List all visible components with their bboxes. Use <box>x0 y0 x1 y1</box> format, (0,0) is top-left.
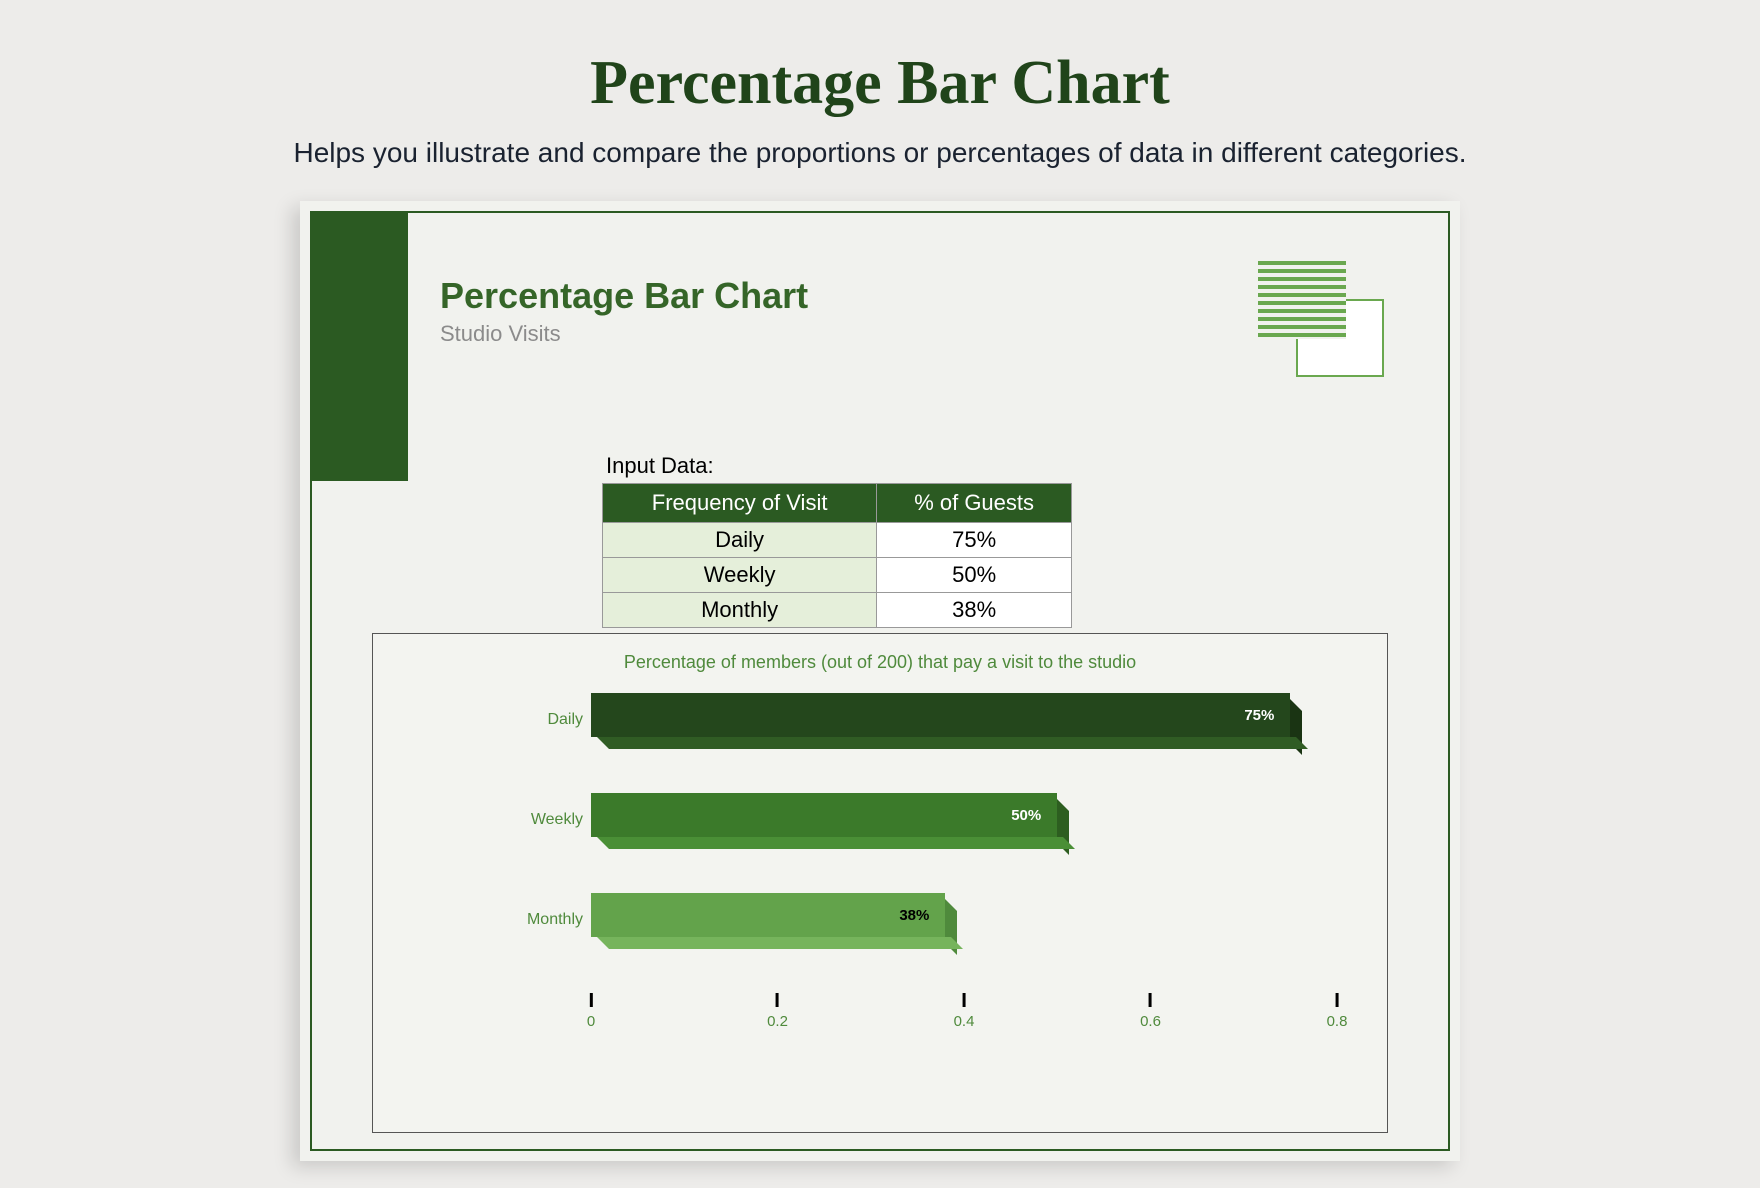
table-row: Daily 75% <box>603 523 1072 558</box>
document-header: Percentage Bar Chart Studio Visits <box>440 275 808 347</box>
chart-axis-tick: 0.6 <box>1140 993 1161 1030</box>
tick-mark-icon <box>590 993 593 1007</box>
chart-bar-track: 75% <box>591 693 1337 747</box>
table-cell-frequency: Monthly <box>603 593 877 628</box>
chart-axis-tick: 0 <box>587 993 595 1030</box>
table-header-percent: % of Guests <box>877 484 1072 523</box>
chart-bar-depth <box>597 737 1308 749</box>
chart-bar: 50% <box>591 793 1057 837</box>
chart-bar: 38% <box>591 893 945 937</box>
table-row: Weekly 50% <box>603 558 1072 593</box>
table-cell-percent: 38% <box>877 593 1072 628</box>
page-title: Percentage Bar Chart <box>0 48 1760 119</box>
document-preview: Percentage Bar Chart Studio Visits Input… <box>300 201 1460 1161</box>
chart-bar-track: 50% <box>591 793 1337 847</box>
chart-area: Percentage of members (out of 200) that … <box>372 633 1388 1133</box>
table-cell-frequency: Weekly <box>603 558 877 593</box>
chart-bar-row: Monthly 38% <box>503 893 1337 947</box>
document-border: Percentage Bar Chart Studio Visits Input… <box>310 211 1450 1151</box>
page-subtitle: Helps you illustrate and compare the pro… <box>0 137 1760 169</box>
chart-axis-tick: 0.2 <box>767 993 788 1030</box>
document-title: Percentage Bar Chart <box>440 275 808 317</box>
chart-bar-track: 38% <box>591 893 1337 947</box>
chart-bar-value-label: 38% <box>591 893 945 937</box>
decorative-corner-block <box>312 213 408 481</box>
chart-x-axis: 00.20.40.60.8 <box>591 993 1337 1033</box>
input-data-label: Input Data: <box>606 453 1072 479</box>
chart-axis-tick: 0.8 <box>1327 993 1348 1030</box>
chart-plot: Daily75%Weekly50%Monthly38%00.20.40.60.8 <box>503 693 1337 1033</box>
input-data-table: Frequency of Visit % of Guests Daily 75%… <box>602 483 1072 628</box>
chart-bar: 75% <box>591 693 1290 737</box>
table-cell-percent: 75% <box>877 523 1072 558</box>
chart-axis-tick-label: 0.2 <box>767 1013 788 1030</box>
document-subtitle: Studio Visits <box>440 321 808 347</box>
tick-mark-icon <box>1149 993 1152 1007</box>
chart-axis-tick-label: 0.6 <box>1140 1013 1161 1030</box>
chart-bar-label: Daily <box>503 711 583 729</box>
table-header-row: Frequency of Visit % of Guests <box>603 484 1072 523</box>
table-header-frequency: Frequency of Visit <box>603 484 877 523</box>
chart-bar-label: Monthly <box>503 911 583 929</box>
tick-mark-icon <box>776 993 779 1007</box>
chart-bar-depth <box>597 937 963 949</box>
chart-bar-value-label: 50% <box>591 793 1057 837</box>
chart-axis-tick-label: 0.8 <box>1327 1013 1348 1030</box>
chart-bar-row: Weekly 50% <box>503 793 1337 847</box>
chart-axis-tick-label: 0 <box>587 1013 595 1030</box>
chart-bar-depth <box>597 837 1075 849</box>
chart-axis-tick-label: 0.4 <box>954 1013 975 1030</box>
table-cell-percent: 50% <box>877 558 1072 593</box>
input-data-section: Input Data: Frequency of Visit % of Gues… <box>602 453 1072 628</box>
chart-title: Percentage of members (out of 200) that … <box>373 652 1387 673</box>
chart-bar-label: Weekly <box>503 811 583 829</box>
chart-bar-row: Daily 75% <box>503 693 1337 747</box>
decorative-graphic <box>1258 261 1388 391</box>
chart-axis-tick: 0.4 <box>954 993 975 1030</box>
table-row: Monthly 38% <box>603 593 1072 628</box>
decorative-stripes-icon <box>1258 261 1346 339</box>
tick-mark-icon <box>1335 993 1338 1007</box>
chart-bar-value-label: 75% <box>591 693 1290 737</box>
tick-mark-icon <box>962 993 965 1007</box>
table-cell-frequency: Daily <box>603 523 877 558</box>
